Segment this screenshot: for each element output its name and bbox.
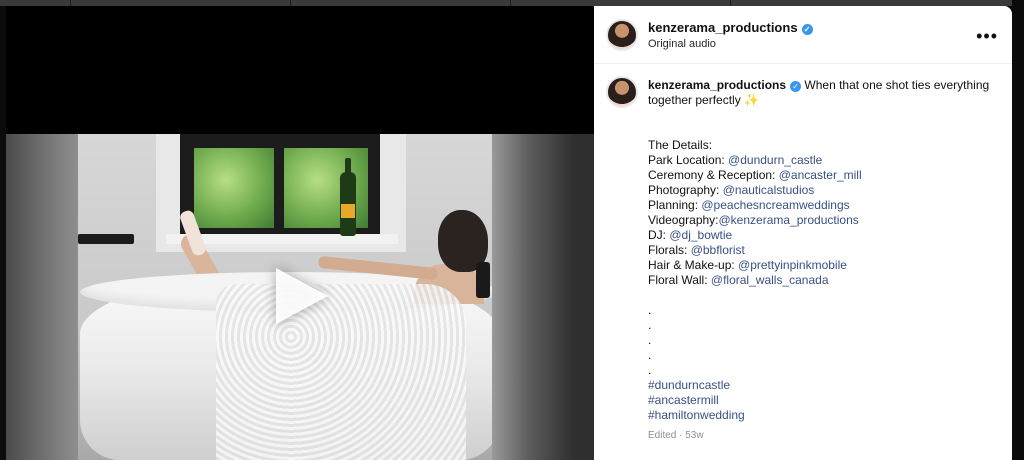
dot-line: . [648, 303, 652, 317]
detail-line: Florals: @bbflorist [648, 243, 998, 258]
detail-line: Photography: @nauticalstudios [648, 183, 998, 198]
bottle-label [341, 204, 355, 218]
mention-link[interactable]: @nauticalstudios [723, 183, 815, 197]
mention-link[interactable]: @dj_bowtie [669, 228, 732, 242]
mention-link[interactable]: @dundurn_castle [728, 153, 822, 167]
hashtag-line: #hamiltonwedding [648, 408, 998, 423]
hashtag-link[interactable]: #ancastermill [648, 393, 719, 407]
post-header: kenzerama_productions ✓ Original audio ••… [594, 6, 1012, 64]
caption: kenzerama_productions ✓ When that one sho… [648, 78, 998, 108]
window-pane [194, 148, 274, 228]
video-player[interactable] [6, 6, 594, 460]
detail-label: Florals: [648, 243, 691, 257]
caption-avatar[interactable] [606, 76, 638, 108]
detail-label: Planning: [648, 198, 702, 212]
edited-timestamp: Edited · 53w [648, 430, 704, 441]
mention-link[interactable]: @peachesncreamweddings [701, 198, 849, 212]
verified-badge-icon: ✓ [801, 24, 813, 35]
mention-link[interactable]: @kenzerama_productions [719, 213, 859, 227]
details-header: The Details: [648, 138, 713, 152]
verified-badge-icon: ✓ [790, 81, 802, 92]
dot-line: . [648, 318, 652, 332]
scene-champagne-bottle [340, 158, 356, 236]
detail-line: DJ: @dj_bowtie [648, 228, 998, 243]
scene-dress [216, 284, 466, 460]
caption-username[interactable]: kenzerama_productions [648, 78, 786, 92]
detail-label: Ceremony & Reception: [648, 168, 779, 182]
detail-line: Ceremony & Reception: @ancaster_mill [648, 168, 998, 183]
detail-label: Floral Wall: [648, 273, 711, 287]
more-options-icon[interactable]: ••• [976, 26, 998, 47]
scene-wall [6, 134, 78, 460]
detail-label: Park Location: [648, 153, 729, 167]
dot-line: . [648, 363, 652, 377]
scene-door-handle [476, 262, 490, 298]
right-gutter [1012, 0, 1024, 460]
detail-label: Hair & Make-up: [648, 258, 739, 272]
mention-link[interactable]: @ancaster_mill [779, 168, 862, 182]
detail-line: Videography:@kenzerama_productions [648, 213, 998, 228]
dot-line: . [648, 333, 652, 347]
audio-link[interactable]: Original audio [648, 38, 716, 50]
instagram-reel-viewer: kenzerama_productions ✓ Original audio ••… [0, 0, 1024, 460]
scene-door [492, 134, 594, 460]
detail-line: Park Location: @dundurn_castle [648, 153, 998, 168]
caption-details: The Details: Park Location: @dundurn_cas… [648, 138, 998, 423]
dot-line: . [648, 348, 652, 362]
avatar[interactable] [606, 19, 638, 51]
mention-link[interactable]: @prettyinpinkmobile [738, 258, 847, 272]
detail-label: DJ: [648, 228, 670, 242]
mention-link[interactable]: @floral_walls_canada [711, 273, 829, 287]
detail-line: Hair & Make-up: @prettyinpinkmobile [648, 258, 998, 273]
username-link[interactable]: kenzerama_productions ✓ [648, 20, 813, 35]
detail-label: Photography: [648, 183, 723, 197]
username-text[interactable]: kenzerama_productions [648, 20, 798, 35]
play-icon[interactable] [276, 268, 328, 324]
hashtag-line: #ancastermill [648, 393, 998, 408]
detail-line: Floral Wall: @floral_walls_canada [648, 273, 998, 288]
hashtag-link[interactable]: #hamiltonwedding [648, 408, 745, 422]
detail-line: Planning: @peachesncreamweddings [648, 198, 998, 213]
detail-label: Videography: [648, 213, 719, 227]
hashtag-line: #dundurncastle [648, 378, 998, 393]
hashtag-link[interactable]: #dundurncastle [648, 378, 730, 392]
scene-towel-rail [78, 234, 134, 244]
post-side-panel: kenzerama_productions ✓ Original audio ••… [594, 6, 1012, 460]
mention-link[interactable]: @bbflorist [691, 243, 745, 257]
